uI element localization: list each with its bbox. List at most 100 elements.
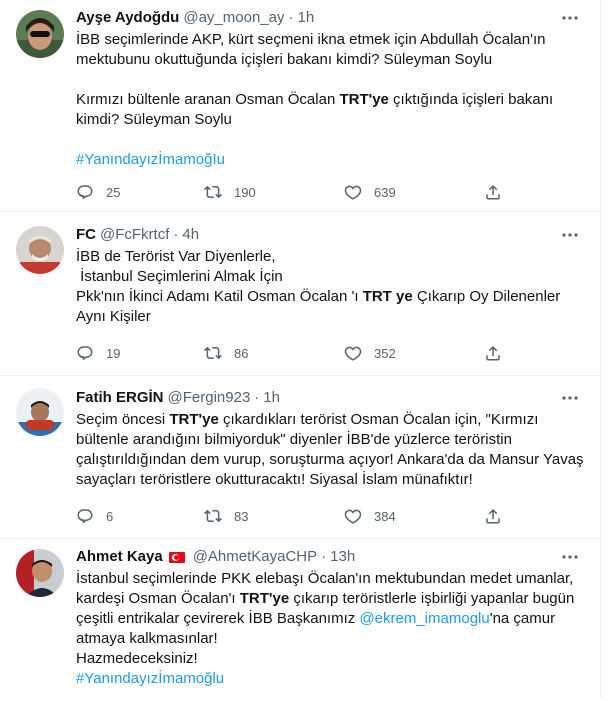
- username[interactable]: @ay_moon_ay: [183, 8, 284, 28]
- more-icon[interactable]: [560, 8, 580, 28]
- text-line: Kırmızı bültenle aranan Osman Öcalan TRT…: [76, 90, 584, 110]
- tweet[interactable]: Fatih ERGİN @Fergin923 · 1h Seçim öncesi…: [0, 376, 600, 539]
- reply-count: 25: [106, 184, 121, 200]
- text-line: İstanbul seçimlerinde PKK elebaşı Öcalan…: [76, 570, 574, 587]
- reply-icon: [77, 509, 93, 524]
- text-line: çalıştırıldığından dem vurup, soruşturma…: [76, 451, 584, 468]
- highlight: TRT'ye: [239, 590, 290, 607]
- tweet-text: İBB de Terörist Var Diyenlerle, İstanbul…: [76, 247, 584, 327]
- text-line: atmaya kalkmasınlar!: [76, 630, 218, 647]
- tweet-header: Ahmet Kaya @AhmetKayaCHP · 13h: [76, 539, 584, 567]
- reply-button[interactable]: 25: [76, 183, 120, 201]
- retweet-icon: [204, 346, 222, 360]
- like-count: 639: [374, 184, 396, 200]
- turkey-flag-icon: [168, 551, 185, 563]
- like-count: 352: [374, 345, 396, 361]
- tweet[interactable]: Ayşe Aydoğdu @ay_moon_ay · 1h İBB seçiml…: [0, 0, 600, 212]
- like-button[interactable]: 639: [344, 183, 396, 201]
- text-line: mektubunu okuttuğunda içişleri bakanı ki…: [76, 51, 493, 68]
- more-icon[interactable]: [560, 388, 580, 408]
- tweet[interactable]: FC @FcFkrtcf · 4h İBB de Terörist Var Di…: [0, 212, 600, 376]
- like-button[interactable]: 352: [344, 344, 396, 362]
- display-name[interactable]: Ayşe Aydoğdu: [76, 8, 179, 28]
- reply-button[interactable]: 19: [76, 344, 120, 362]
- share-button[interactable]: [484, 507, 502, 525]
- tweet-header: Fatih ERGİN @Fergin923 · 1h: [76, 376, 584, 408]
- retweet-button[interactable]: 190: [204, 183, 256, 201]
- text-span: 'na çamur: [489, 610, 556, 627]
- more-icon[interactable]: [560, 225, 580, 245]
- text-line: İstanbul Seçimlerini Almak İçin: [76, 268, 283, 285]
- hashtag-link[interactable]: #Yanındayızİmamoğlu: [76, 669, 584, 689]
- timestamp[interactable]: 1h: [263, 388, 280, 408]
- hashtag-link[interactable]: #YanındayızİmamoğIu: [76, 150, 584, 170]
- text-line: İBB de Terörist Var Diyenlerle,: [76, 248, 276, 265]
- retweet-count: 83: [234, 508, 249, 524]
- avatar[interactable]: [16, 388, 64, 436]
- tweet-actions: 25 190 639: [76, 182, 596, 202]
- reply-count: 6: [106, 508, 114, 524]
- text-span: çıkarıp teröristlerle işbirliği yapanlar…: [289, 590, 575, 607]
- reply-count: 19: [106, 345, 121, 361]
- text-line: kardeşi Osman Öcalan'ı TRT'ye çıkarıp te…: [76, 589, 584, 609]
- mention-link[interactable]: @ekrem_imamoglu: [359, 610, 489, 627]
- username[interactable]: @Fergin923: [168, 388, 251, 408]
- like-icon: [344, 346, 362, 361]
- text-span: çeşitli entrikalar çevirerek İBB Başkanı…: [76, 610, 360, 627]
- separator-dot: ·: [173, 226, 179, 243]
- like-icon: [344, 509, 362, 524]
- tweet[interactable]: Ahmet Kaya @AhmetKayaCHP · 13h İstanbul …: [0, 539, 600, 701]
- share-button[interactable]: [484, 344, 502, 362]
- tweet-text: Seçim öncesi TRT'ye çıkardıkları teröris…: [76, 410, 584, 490]
- share-icon: [486, 345, 500, 361]
- tweet-actions: 6 83 384: [76, 506, 596, 526]
- avatar[interactable]: [16, 10, 64, 58]
- tweet-header: FC @FcFkrtcf · 4h: [76, 212, 584, 245]
- text-span: Pkk'nın İkinci Adamı Katil Osman Öcalan …: [76, 288, 363, 305]
- tweet-header: Ayşe Aydoğdu @ay_moon_ay · 1h: [76, 0, 584, 28]
- highlight: TRT ye: [362, 288, 413, 305]
- display-name[interactable]: Fatih ERGİN: [76, 388, 164, 408]
- timestamp[interactable]: 4h: [182, 225, 199, 245]
- tweet-text: İstanbul seçimlerinde PKK elebaşı Öcalan…: [76, 569, 584, 689]
- separator-dot: ·: [321, 548, 327, 565]
- tweet-feed: Ayşe Aydoğdu @ay_moon_ay · 1h İBB seçiml…: [0, 0, 601, 698]
- text-line: Aynı Kişiler: [76, 308, 151, 325]
- username[interactable]: @AhmetKayaCHP: [193, 547, 317, 567]
- like-icon: [344, 185, 362, 200]
- retweet-count: 190: [234, 184, 256, 200]
- text-line: Seçim öncesi TRT'ye çıkardıkları teröris…: [76, 410, 584, 430]
- timestamp[interactable]: 13h: [330, 547, 355, 567]
- text-line: çeşitli entrikalar çevirerek İBB Başkanı…: [76, 609, 584, 629]
- separator-dot: ·: [288, 9, 294, 26]
- username[interactable]: @FcFkrtcf: [100, 225, 169, 245]
- timestamp[interactable]: 1h: [297, 8, 314, 28]
- share-button[interactable]: [484, 183, 502, 201]
- text-span: Seçim öncesi: [76, 411, 170, 428]
- avatar[interactable]: [16, 226, 64, 274]
- tweet-text: İBB seçimlerinde AKP, kürt seçmeni ikna …: [76, 30, 584, 170]
- reply-icon: [77, 346, 93, 361]
- share-icon: [486, 184, 500, 200]
- retweet-count: 86: [234, 345, 249, 361]
- share-icon: [486, 508, 500, 524]
- reply-button[interactable]: 6: [76, 507, 113, 525]
- more-icon[interactable]: [560, 547, 580, 567]
- retweet-icon: [204, 509, 222, 523]
- text-span: çıkardıkları terörist Osman Öcalan için,…: [218, 411, 539, 428]
- avatar[interactable]: [16, 549, 64, 597]
- retweet-button[interactable]: 86: [204, 344, 248, 362]
- retweet-button[interactable]: 83: [204, 507, 248, 525]
- display-name[interactable]: FC: [76, 225, 96, 245]
- like-button[interactable]: 384: [344, 507, 396, 525]
- text-line: kimdi? Süleyman Soylu: [76, 111, 232, 128]
- display-name[interactable]: Ahmet Kaya: [76, 547, 163, 567]
- text-span: kardeşi Osman Öcalan'ı: [76, 590, 240, 607]
- tweet-actions: 19 86 352: [76, 343, 596, 363]
- separator-dot: ·: [254, 389, 260, 406]
- text-span: Kırmızı bültenle aranan Osman Öcalan: [76, 91, 340, 108]
- text-line: Hazmedeceksiniz!: [76, 650, 198, 667]
- text-line: bültenle arandığını bilmiyorduk" diyenle…: [76, 431, 512, 448]
- text-line: İBB seçimlerinde AKP, kürt seçmeni ikna …: [76, 31, 546, 48]
- text-line: Pkk'nın İkinci Adamı Katil Osman Öcalan …: [76, 287, 584, 307]
